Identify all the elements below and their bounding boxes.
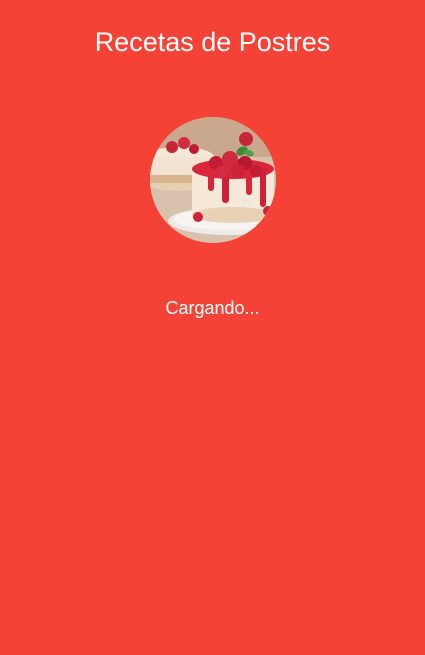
loading-text: Cargando...: [165, 298, 260, 318]
app-title: Recetas de Postres: [94, 27, 331, 57]
dessert-image: [150, 117, 276, 243]
splash-screen: Recetas de Postres Cargando...: [0, 0, 425, 655]
cheesecake-image: [150, 117, 276, 243]
